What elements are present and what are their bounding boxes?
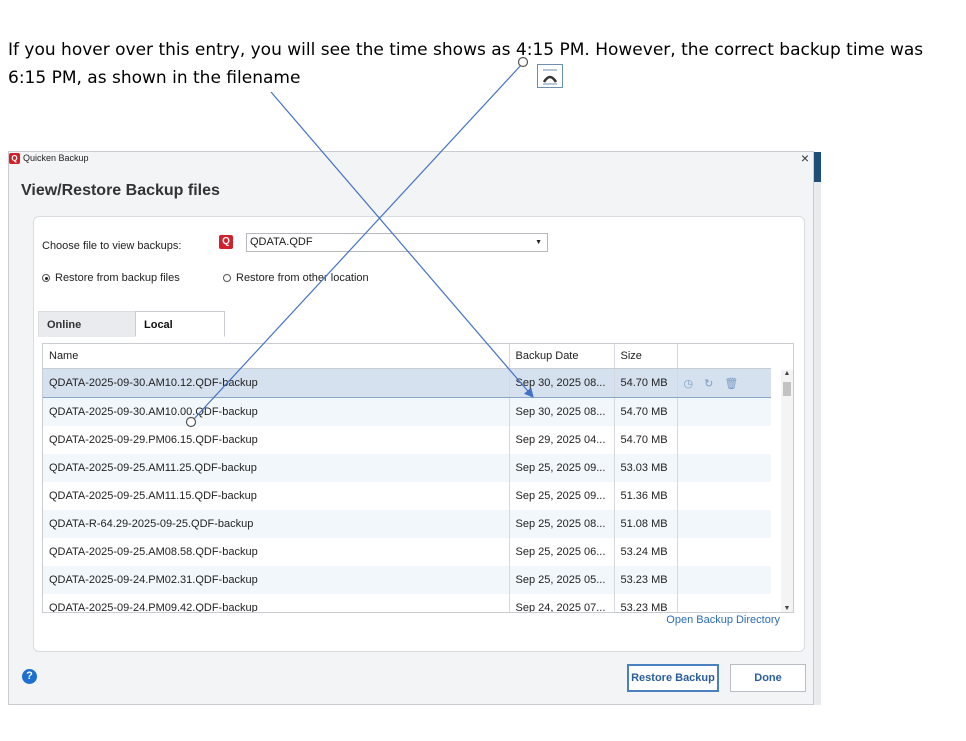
row-action-icons[interactable]: ◷ ↻ 🗑 <box>677 368 771 398</box>
radio-label: Restore from other location <box>236 272 369 284</box>
background-window-strip <box>814 152 821 705</box>
backups-grid: Name Backup Date Size QDATA-2025-09-30.A… <box>43 344 771 612</box>
row-name: QDATA-2025-09-25.AM11.15.QDF-backup <box>43 482 510 510</box>
tab-online-backups[interactable]: Online Backups <box>38 311 136 357</box>
row-date: Sep 24, 2025 07... <box>509 594 615 612</box>
choose-file-label: Choose file to view backups: <box>42 240 182 252</box>
row-size: 53.23 MB <box>614 566 678 594</box>
column-header-name[interactable]: Name <box>43 344 510 369</box>
column-header-size[interactable]: Size <box>614 344 678 369</box>
row-date: Sep 29, 2025 04... <box>509 426 615 454</box>
row-actions <box>677 426 771 454</box>
table-row[interactable]: QDATA-2025-09-29.PM06.15.QDF-backup Sep … <box>43 426 771 454</box>
file-dropdown[interactable]: QDATA.QDF ▼ <box>246 233 548 252</box>
row-actions <box>677 566 771 594</box>
table-row[interactable]: QDATA-2025-09-30.AM10.00.QDF-backup Sep … <box>43 397 771 426</box>
row-name: QDATA-2025-09-24.PM09.42.QDF-backup <box>43 594 510 612</box>
row-date: Sep 25, 2025 06... <box>509 538 615 566</box>
table-row[interactable]: QDATA-2025-09-25.AM11.25.QDF-backup Sep … <box>43 454 771 482</box>
row-name: QDATA-2025-09-30.AM10.00.QDF-backup <box>43 397 510 426</box>
tab-local-backups[interactable]: Local Backups <box>135 311 225 357</box>
tooltip-gadget-icon <box>542 69 558 85</box>
row-actions <box>677 482 771 510</box>
row-name: QDATA-2025-09-24.PM02.31.QDF-backup <box>43 566 510 594</box>
row-size: 53.03 MB <box>614 454 678 482</box>
open-backup-directory-link[interactable]: Open Backup Directory <box>666 614 780 626</box>
radio-restore-backup-files[interactable]: Restore from backup files <box>42 272 180 284</box>
row-date: Sep 30, 2025 08... <box>509 368 615 398</box>
dialog-heading: View/Restore Backup files <box>21 182 220 199</box>
file-dropdown-value: QDATA.QDF <box>250 236 313 248</box>
row-date: Sep 30, 2025 08... <box>509 397 615 426</box>
row-date: Sep 25, 2025 05... <box>509 566 615 594</box>
scroll-up-icon[interactable]: ▲ <box>781 370 793 377</box>
row-size: 54.70 MB <box>614 397 678 426</box>
title-bar: Q Quicken Backup × <box>9 150 813 172</box>
table-row[interactable]: QDATA-R-64.29-2025-09-25.QDF-backup Sep … <box>43 510 771 538</box>
row-name: QDATA-2025-09-25.AM11.25.QDF-backup <box>43 454 510 482</box>
table-row[interactable]: QDATA-2025-09-30.AM10.12.QDF-backup Sep … <box>43 368 771 398</box>
radio-unchecked-icon <box>223 274 231 282</box>
row-size: 53.23 MB <box>614 594 678 612</box>
row-name: QDATA-2025-09-29.PM06.15.QDF-backup <box>43 426 510 454</box>
table-row[interactable]: QDATA-2025-09-24.PM09.42.QDF-backup Sep … <box>43 594 771 612</box>
background-window-accent <box>814 152 821 182</box>
radio-checked-icon <box>42 274 50 282</box>
row-date: Sep 25, 2025 08... <box>509 510 615 538</box>
row-size: 53.24 MB <box>614 538 678 566</box>
close-icon[interactable]: × <box>801 150 809 166</box>
annotation-text: If you hover over this entry, you will s… <box>8 40 924 88</box>
column-header-backup-date[interactable]: Backup Date <box>509 344 615 369</box>
file-quicken-icon: Q <box>219 235 233 249</box>
backup-panel: Choose file to view backups: Q QDATA.QDF… <box>33 216 805 652</box>
radio-label: Restore from backup files <box>55 272 180 284</box>
row-actions <box>677 538 771 566</box>
row-name: QDATA-2025-09-30.AM10.12.QDF-backup <box>43 368 510 398</box>
restore-history-icon[interactable]: ◷ ↻ 🗑 <box>684 378 743 390</box>
table-scrollbar[interactable]: ▲ ▼ <box>781 370 793 612</box>
row-size: 51.08 MB <box>614 510 678 538</box>
chevron-down-icon: ▼ <box>535 239 542 246</box>
row-actions <box>677 397 771 426</box>
row-size: 54.70 MB <box>614 426 678 454</box>
row-date: Sep 25, 2025 09... <box>509 454 615 482</box>
radio-restore-other-location[interactable]: Restore from other location <box>223 272 369 284</box>
scroll-thumb[interactable] <box>783 382 791 396</box>
row-actions <box>677 594 771 612</box>
row-size: 54.70 MB <box>614 368 678 398</box>
row-size: 51.36 MB <box>614 482 678 510</box>
table-row[interactable]: QDATA-2025-09-25.AM11.15.QDF-backup Sep … <box>43 482 771 510</box>
scroll-down-icon[interactable]: ▼ <box>781 605 793 612</box>
row-name: QDATA-2025-09-25.AM08.58.QDF-backup <box>43 538 510 566</box>
row-name: QDATA-R-64.29-2025-09-25.QDF-backup <box>43 510 510 538</box>
table-row[interactable]: QDATA-2025-09-25.AM08.58.QDF-backup Sep … <box>43 538 771 566</box>
row-actions <box>677 510 771 538</box>
column-header-actions <box>677 344 771 369</box>
done-button[interactable]: Done <box>730 664 806 692</box>
backups-table: Name Backup Date Size QDATA-2025-09-30.A… <box>42 343 794 613</box>
quicken-backup-dialog: Q Quicken Backup × View/Restore Backup f… <box>8 150 814 705</box>
hover-tooltip-gadget <box>537 64 563 88</box>
table-row[interactable]: QDATA-2025-09-24.PM02.31.QDF-backup Sep … <box>43 566 771 594</box>
help-icon[interactable]: ? <box>22 669 37 684</box>
quicken-logo-icon: Q <box>9 153 20 164</box>
row-date: Sep 25, 2025 09... <box>509 482 615 510</box>
window-title: Quicken Backup <box>23 153 89 163</box>
restore-backup-button[interactable]: Restore Backup <box>627 664 719 692</box>
row-actions <box>677 454 771 482</box>
